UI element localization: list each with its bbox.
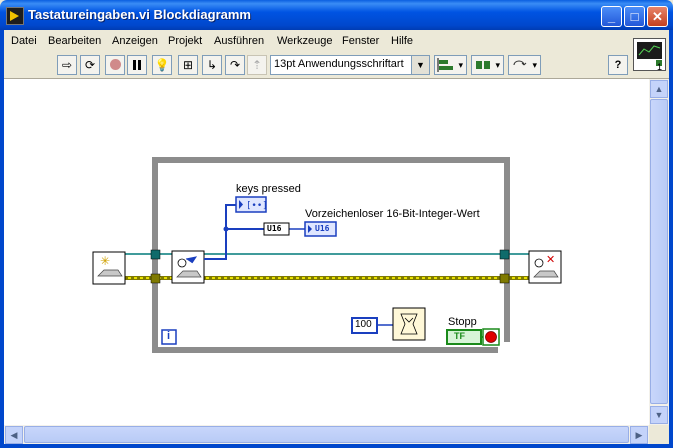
scroll-down-icon[interactable]: ▼	[650, 406, 668, 424]
block-diagram: ✳ ✕ [••]	[92, 157, 562, 354]
stop-control-text: TF	[454, 331, 465, 341]
wait-constant-value: 100	[355, 319, 372, 330]
stop-label: Stopp	[448, 316, 477, 328]
scroll-right-icon[interactable]: ▶	[630, 426, 648, 444]
wait-ms-node[interactable]	[392, 307, 426, 341]
initialize-keyboard-node[interactable]: ✳	[92, 251, 126, 285]
error-tunnel-left[interactable]	[150, 273, 161, 284]
loop-condition-terminal[interactable]	[482, 328, 500, 346]
svg-text:✳: ✳	[100, 254, 110, 268]
refnum-tunnel-right[interactable]	[499, 249, 510, 260]
wire-junction	[223, 226, 229, 232]
iteration-terminal-text: i	[167, 330, 171, 342]
svg-text:✕: ✕	[546, 253, 555, 266]
scroll-left-icon[interactable]: ◀	[5, 426, 23, 444]
loop-condition-gap	[498, 342, 512, 354]
keys-pressed-wire[interactable]	[204, 204, 236, 260]
resize-grip-icon[interactable]	[649, 425, 669, 444]
acquire-input-node[interactable]	[171, 250, 205, 284]
refnum-tunnel-left[interactable]	[150, 249, 161, 260]
u16-indicator-text: U16	[315, 224, 330, 233]
keys-pressed-indicator[interactable]: [••]	[235, 196, 268, 213]
svg-text:[••]: [••]	[246, 201, 268, 211]
u16-indicator-label: Vorzeichenloser 16-Bit-Integer-Wert	[305, 208, 480, 220]
horizontal-scroll-thumb[interactable]	[24, 426, 629, 443]
convert-node-text: U16	[267, 224, 282, 233]
error-tunnel-right[interactable]	[499, 273, 510, 284]
keys-pressed-label: keys pressed	[236, 183, 301, 195]
scroll-up-icon[interactable]: ▲	[650, 80, 668, 98]
close-input-device-node[interactable]: ✕	[528, 250, 562, 284]
vertical-scroll-thumb[interactable]	[650, 99, 668, 404]
